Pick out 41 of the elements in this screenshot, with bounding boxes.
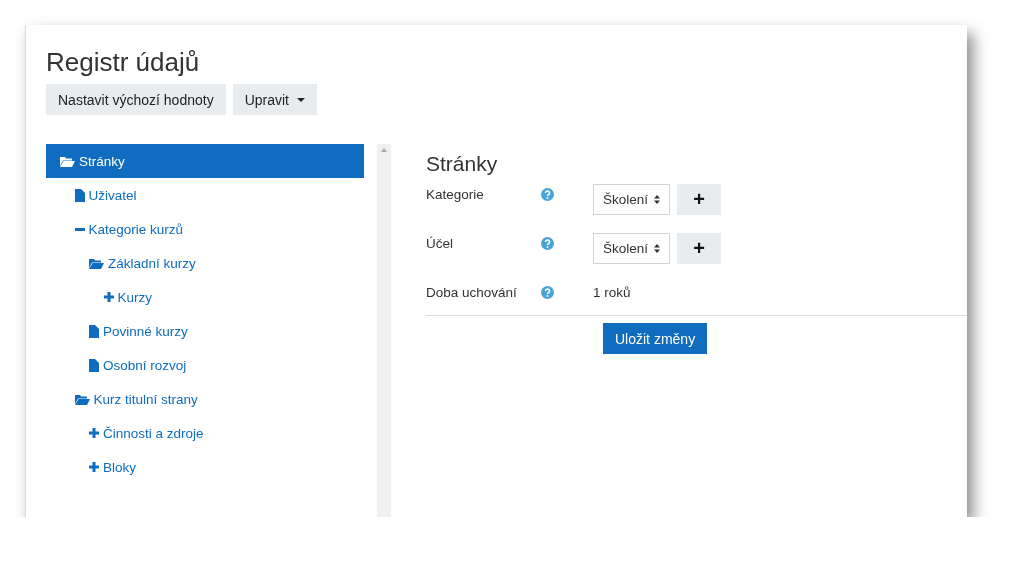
help-icon[interactable] [541,237,554,250]
caret-icon [297,97,305,102]
sort-icon [654,195,661,204]
tree-item[interactable]: Povinné kurzy [46,314,364,348]
file-icon [89,324,99,338]
tree-item[interactable]: Stránky [46,144,364,178]
plus-icon [89,462,99,472]
minus-icon [74,227,85,231]
add-button[interactable]: + [677,184,722,215]
select-field[interactable]: Školení [593,184,671,215]
add-button[interactable]: + [677,233,722,264]
tree-item[interactable]: Uživatel [46,178,364,212]
field-label: Kategorie [426,186,485,202]
tree-item[interactable]: Činnosti a zdroje [46,416,364,450]
edit-dropdown[interactable]: Upravit [232,84,317,115]
tree-item[interactable]: Kategorie kurzů [46,212,364,246]
save-button[interactable]: Uložit změny [603,323,708,354]
sort-icon [654,244,661,253]
plus-icon [103,292,114,302]
tree-item[interactable]: Kurz titulní strany [46,382,364,416]
section-heading: Stránky [426,152,499,176]
field-label: Doba uchování [426,284,518,300]
field-label: Účel [426,235,454,251]
file-icon [89,358,99,372]
tree-item[interactable]: Bloky [46,450,364,484]
tree-item[interactable]: Kurzy [46,280,364,314]
tree-item[interactable]: Základní kurzy [46,246,364,280]
folder-icon [74,393,90,405]
select-field[interactable]: Školení [593,233,671,264]
page-title: Registr údajů [46,47,201,77]
file-icon [74,188,85,202]
tree-item[interactable]: Osobní rozvoj [46,348,364,382]
help-icon[interactable] [541,286,554,299]
scroll-up-icon[interactable] [381,148,387,152]
folder-icon [89,257,104,269]
folder-icon [60,155,75,167]
defaults-button[interactable]: Nastavit výchozí hodnoty [46,84,226,115]
help-icon[interactable] [541,188,554,201]
plus-icon [89,428,99,438]
field-value: 1 roků [593,284,631,300]
scrollbar[interactable] [377,144,391,517]
